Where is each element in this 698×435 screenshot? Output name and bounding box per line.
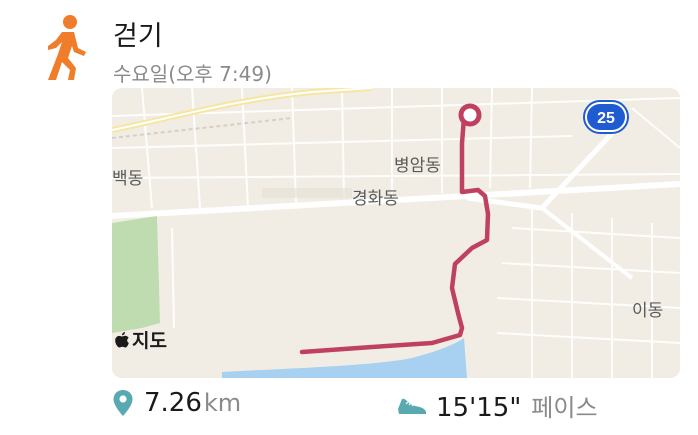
pace-value: 15'15"	[436, 393, 522, 423]
sneaker-icon	[398, 398, 426, 414]
pace-stat: 15'15" 페이스	[396, 388, 598, 423]
route-shield: 25	[583, 100, 629, 134]
route-shield-number: 25	[597, 110, 615, 127]
distance-value: 7.26	[144, 388, 202, 418]
pace-label: 페이스	[531, 394, 598, 422]
activity-title: 걷기	[113, 21, 163, 52]
maps-attribution[interactable]: 지도	[114, 326, 167, 353]
map-label-byeongam: 병암동	[394, 156, 441, 176]
route-map[interactable]: 병암동 경화동 백동 이동 25 지도	[112, 88, 680, 378]
distance-unit: km	[203, 389, 242, 417]
route-start-marker	[458, 103, 482, 127]
map-label-i: 이동	[632, 301, 664, 321]
map-label-baek: 백동	[112, 169, 144, 189]
distance-stat: 7.26 km	[112, 388, 241, 418]
maps-attribution-label: 지도	[132, 330, 167, 352]
stats-row: 7.26 km 15'15" 페이스	[112, 388, 680, 428]
activity-datetime: 수요일(오후 7:49)	[113, 62, 272, 86]
apple-logo-icon	[115, 331, 129, 347]
walking-person-icon	[48, 15, 86, 80]
location-pin-icon	[113, 390, 133, 416]
map-label-gyeonghwa: 경화동	[352, 189, 399, 209]
